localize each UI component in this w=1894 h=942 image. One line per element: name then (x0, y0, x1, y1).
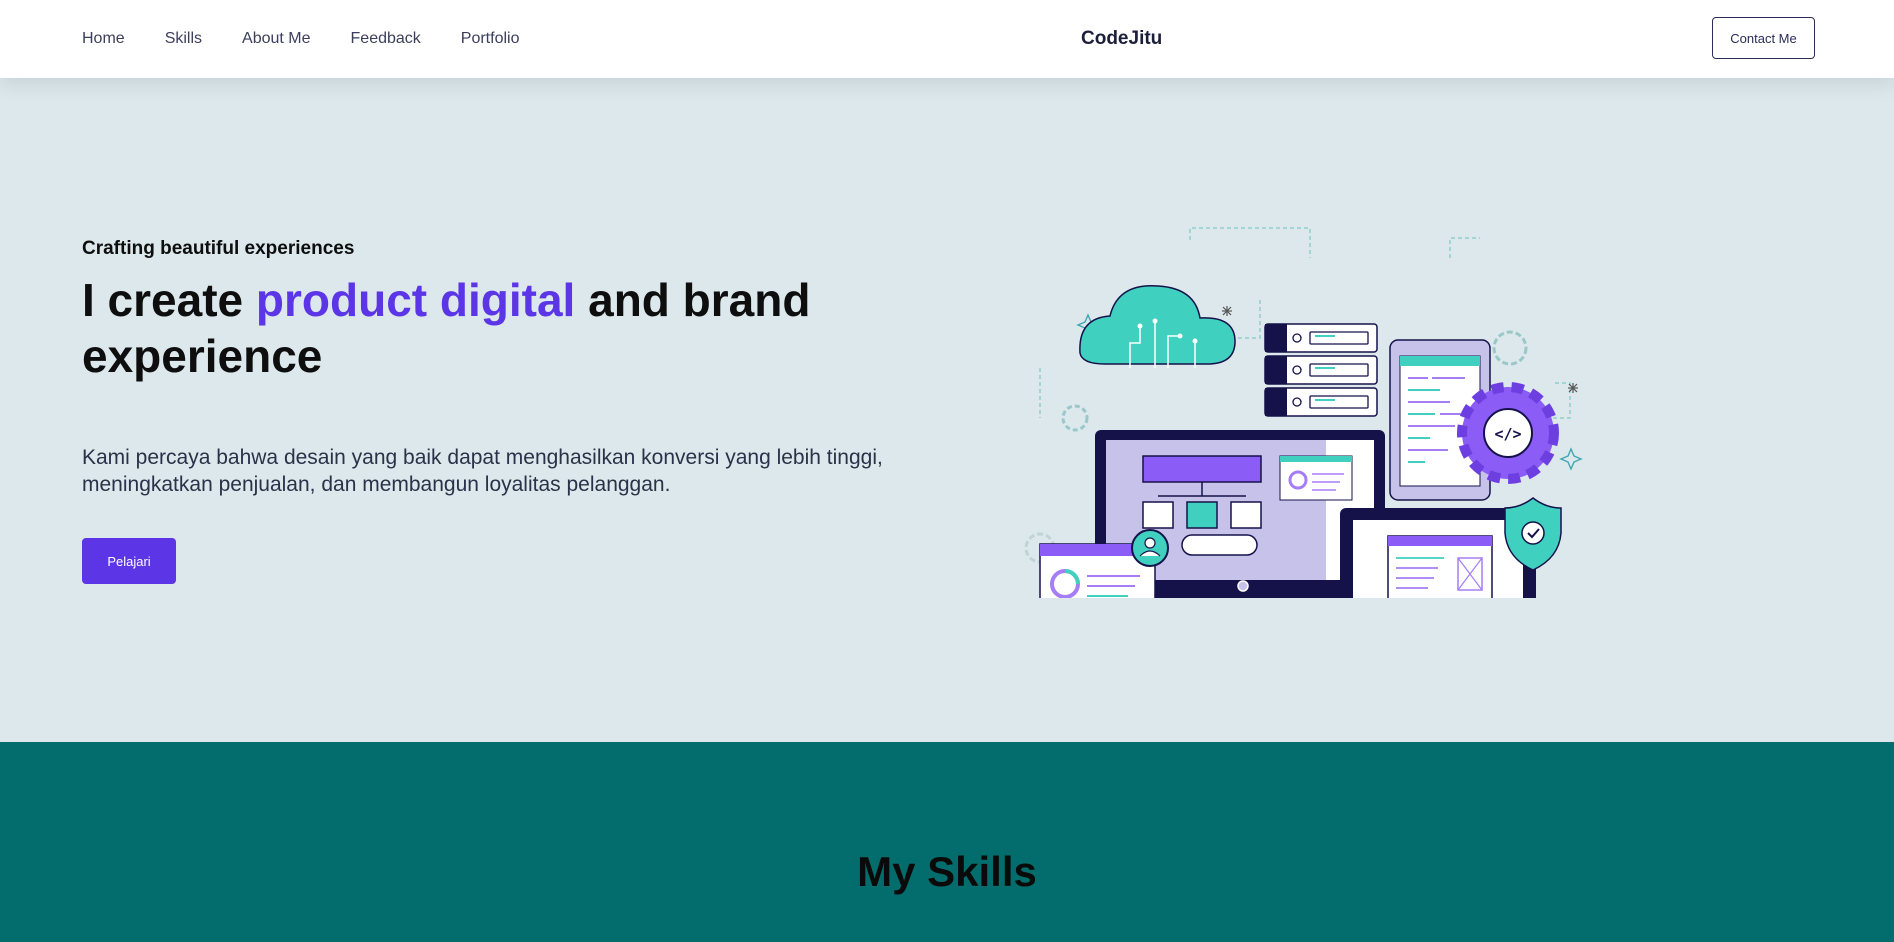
code-label: </> (1494, 425, 1521, 443)
hero-section: Crafting beautiful experiences I create … (0, 78, 1894, 742)
cloud-icon (1079, 285, 1236, 368)
skills-title: My Skills (857, 848, 1037, 895)
sparkle-icon (1559, 447, 1583, 471)
nav-link-portfolio[interactable]: Portfolio (461, 30, 520, 48)
hero-illustration: </> (1024, 227, 1583, 598)
user-avatar-icon (1131, 529, 1169, 567)
hero-headline: I create product digital and brand exper… (82, 272, 962, 384)
hero-description: Kami percaya bahwa desain yang baik dapa… (82, 446, 883, 496)
contact-me-button[interactable]: Contact Me (1712, 17, 1815, 59)
navbar: Home Skills About Me Feedback Portfolio … (0, 0, 1894, 78)
nav-link-about-me[interactable]: About Me (242, 30, 310, 48)
skills-section: My Skills (0, 742, 1894, 942)
headline-accent: product digital (255, 274, 576, 326)
small-gear-icon (1061, 404, 1089, 432)
burst-icon (1568, 383, 1578, 393)
learn-more-button[interactable]: Pelajari (82, 538, 176, 584)
small-gear-icon (1492, 330, 1528, 366)
nav-links: Home Skills About Me Feedback Portfolio (82, 0, 519, 78)
nav-link-home[interactable]: Home (82, 30, 125, 48)
headline-start: I create (82, 274, 256, 326)
brand-logo[interactable]: CodeJitu (1081, 0, 1162, 78)
nav-link-feedback[interactable]: Feedback (351, 30, 421, 48)
burst-icon (1222, 306, 1232, 316)
nav-link-skills[interactable]: Skills (165, 30, 202, 48)
hero-eyebrow: Crafting beautiful experiences (82, 238, 355, 259)
code-gear-icon: </> (1457, 382, 1559, 484)
server-stack (1264, 323, 1378, 417)
